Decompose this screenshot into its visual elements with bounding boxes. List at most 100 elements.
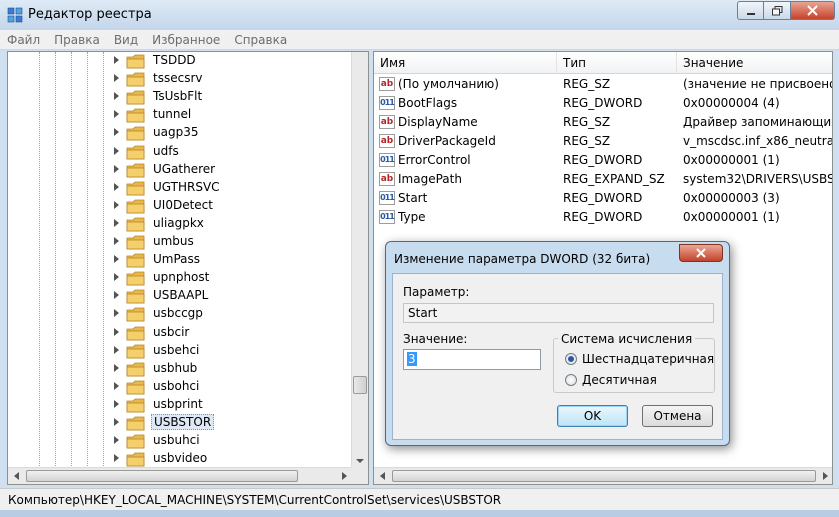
expand-arrow-icon[interactable]: [114, 237, 119, 245]
close-button[interactable]: [791, 1, 835, 20]
edit-dword-dialog: Изменение параметра DWORD (32 бита) Пара…: [385, 241, 730, 446]
tree-item[interactable]: UmPass: [8, 251, 353, 269]
tree-item[interactable]: umbus: [8, 233, 353, 251]
maximize-button[interactable]: [764, 1, 791, 20]
menu-favorites[interactable]: Избранное: [152, 33, 220, 47]
expand-arrow-icon[interactable]: [114, 291, 119, 300]
tree-item[interactable]: UGatherer: [8, 161, 353, 179]
value-row[interactable]: 011 BootFlags REG_DWORD 0x00000004 (4): [374, 94, 832, 113]
tree-item[interactable]: usbccgp: [8, 305, 353, 323]
expand-arrow-icon[interactable]: [114, 399, 119, 408]
tree-item[interactable]: usbhub: [8, 360, 353, 378]
value-row[interactable]: ab ImagePath REG_EXPAND_SZ system32\DRIVERS…: [374, 170, 832, 189]
expand-arrow-icon[interactable]: [114, 146, 119, 155]
expand-arrow-icon[interactable]: [114, 74, 119, 83]
expand-arrow-icon[interactable]: [114, 110, 119, 119]
expand-arrow-icon[interactable]: [114, 200, 119, 209]
string-value-icon: ab: [379, 115, 395, 129]
hex-option[interactable]: Шестнадцатеричная: [565, 352, 714, 366]
expand-arrow-icon[interactable]: [114, 436, 119, 445]
scroll-right-icon[interactable]: [342, 472, 347, 480]
tree-item[interactable]: UI0Detect: [8, 197, 353, 215]
expand-arrow-icon[interactable]: [114, 255, 119, 264]
tree-item[interactable]: UGTHRSVC: [8, 179, 353, 197]
cancel-button[interactable]: Отмена: [642, 405, 713, 427]
tree-item-label: usbuhci: [153, 433, 200, 448]
dialog-body: Параметр: Start Значение: 3 Система исчи…: [392, 273, 723, 440]
tree-item-label: usbccgp: [153, 306, 203, 321]
expand-arrow-icon[interactable]: [114, 273, 119, 282]
value-row[interactable]: ab DisplayName REG_SZ Драйвер запоминающих …: [374, 113, 832, 132]
hex-radio[interactable]: [565, 353, 577, 365]
column-data[interactable]: Значение: [677, 52, 832, 74]
menu-view[interactable]: Вид: [114, 33, 138, 47]
tree-item[interactable]: USBSTOR: [8, 414, 353, 432]
values-hscroll-thumb[interactable]: [392, 470, 816, 482]
value-row[interactable]: 011 Start REG_DWORD 0x00000003 (3): [374, 189, 832, 208]
tree-item[interactable]: TsUsbFlt: [8, 88, 353, 106]
dialog-close-button[interactable]: [679, 244, 723, 262]
minimize-button[interactable]: [737, 1, 764, 20]
tree-item[interactable]: udfs: [8, 143, 353, 161]
scroll-down-icon[interactable]: [353, 454, 367, 468]
tree-item[interactable]: usbohci: [8, 378, 353, 396]
tree-item-label: UGTHRSVC: [153, 179, 220, 194]
values-horizontal-scrollbar[interactable]: [374, 467, 832, 484]
scroll-left-icon[interactable]: [380, 472, 385, 480]
scroll-right-icon[interactable]: [823, 472, 828, 480]
value-row[interactable]: 011 Type REG_DWORD 0x00000001 (1): [374, 208, 832, 227]
expand-arrow-icon[interactable]: [114, 381, 119, 390]
registry-tree[interactable]: TSDDD tssecsrv TsUsbFlt tunnel uagp35 udfs UGa…: [7, 51, 369, 485]
expand-arrow-icon[interactable]: [114, 92, 119, 101]
expand-arrow-icon[interactable]: [114, 56, 119, 64]
tree-item[interactable]: usbehci: [8, 342, 353, 360]
expand-arrow-icon[interactable]: [114, 164, 119, 173]
tree-item[interactable]: TSDDD: [8, 52, 353, 70]
column-type[interactable]: Тип: [557, 52, 677, 74]
expand-arrow-icon[interactable]: [114, 218, 119, 227]
tree-item[interactable]: uliagpkx: [8, 215, 353, 233]
tree-item[interactable]: tssecsrv: [8, 70, 353, 88]
folder-icon: [126, 199, 145, 214]
tree-hscroll-thumb[interactable]: [26, 470, 298, 482]
tree-item[interactable]: upnphost: [8, 269, 353, 287]
tree-item[interactable]: usbuhci: [8, 432, 353, 450]
decimal-radio[interactable]: [565, 374, 577, 386]
menu-help[interactable]: Справка: [234, 33, 287, 47]
tree-vertical-scrollbar[interactable]: [351, 52, 368, 468]
expand-arrow-icon[interactable]: [114, 128, 119, 137]
expand-arrow-icon[interactable]: [114, 454, 119, 463]
value-row[interactable]: ab (По умолчанию) REG_SZ (значение не присв…: [374, 75, 832, 94]
decimal-option[interactable]: Десятичная: [565, 373, 657, 387]
tree-item-label: TSDDD: [153, 53, 196, 67]
scroll-left-icon[interactable]: [14, 472, 19, 480]
tree-item[interactable]: usbcir: [8, 324, 353, 342]
expand-arrow-icon[interactable]: [114, 345, 119, 354]
expand-arrow-icon[interactable]: [114, 309, 119, 318]
value-row[interactable]: ab DriverPackageId REG_SZ v_mscdsc.inf_x86_…: [374, 132, 832, 151]
value-data: 0x00000001 (1): [683, 210, 780, 224]
tree-item[interactable]: uagp35: [8, 124, 353, 142]
param-name-field: Start: [403, 303, 714, 323]
expand-arrow-icon[interactable]: [114, 182, 119, 191]
menu-edit[interactable]: Правка: [54, 33, 100, 47]
value-row[interactable]: 011 ErrorControl REG_DWORD 0x00000001 (1): [374, 151, 832, 170]
menu-file[interactable]: Файл: [7, 33, 40, 47]
tree-item-label: usbohci: [153, 378, 200, 393]
string-value-icon: ab: [379, 172, 395, 186]
status-bar: Компьютер\HKEY_LOCAL_MACHINE\SYSTEM\Curr…: [0, 488, 839, 510]
tree-item[interactable]: tunnel: [8, 106, 353, 124]
expand-arrow-icon[interactable]: [114, 363, 119, 372]
ok-button[interactable]: OK: [557, 405, 628, 427]
tree-item[interactable]: usbvideo: [8, 450, 353, 468]
tree-item[interactable]: usbprint: [8, 396, 353, 414]
tree-item[interactable]: USBAAPL: [8, 287, 353, 305]
value-data-input[interactable]: 3: [403, 349, 541, 370]
tree-horizontal-scrollbar[interactable]: [8, 467, 353, 484]
expand-arrow-icon[interactable]: [114, 418, 119, 426]
column-name[interactable]: Имя: [374, 52, 557, 74]
tree-item-label: USBSTOR: [151, 414, 215, 430]
tree-scroll-thumb[interactable]: [353, 376, 367, 394]
folder-icon: [126, 126, 145, 141]
expand-arrow-icon[interactable]: [114, 327, 119, 336]
